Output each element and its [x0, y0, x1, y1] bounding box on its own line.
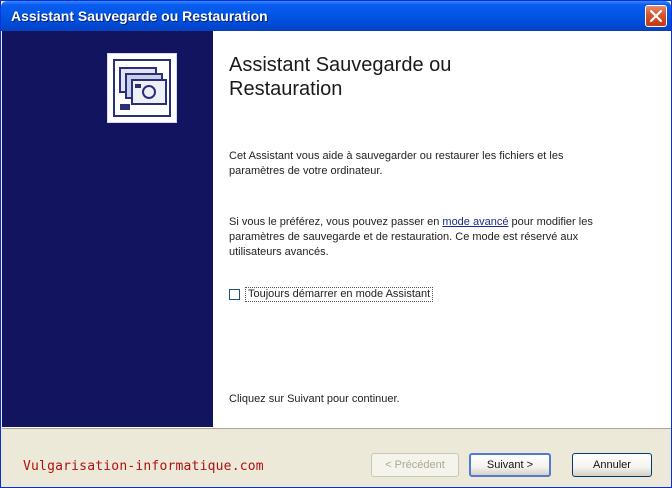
always-wizard-checkbox[interactable] — [229, 288, 240, 300]
always-wizard-label[interactable]: Toujours démarrer en mode Assistant — [245, 286, 434, 302]
advanced-mode-text: Si vous le préférez, vous pouvez passer … — [229, 215, 619, 260]
wizard-side-panel — [2, 31, 213, 427]
watermark-text: Vulgarisation-informatique.com — [23, 459, 264, 474]
next-button[interactable]: Suivant > — [469, 453, 551, 477]
cancel-button[interactable]: Annuler — [572, 453, 652, 477]
title-bar[interactable]: Assistant Sauvegarde ou Restauration — [1, 1, 671, 31]
close-button[interactable] — [645, 5, 667, 27]
wizard-heading: Assistant Sauvegarde ou Restauration — [229, 54, 452, 100]
continue-hint: Cliquez sur Suivant pour continuer. — [229, 393, 400, 405]
always-wizard-option[interactable]: Toujours démarrer en mode Assistant — [229, 286, 434, 302]
previous-button[interactable]: < Précédent — [371, 453, 459, 477]
wizard-footer: Vulgarisation-informatique.com < Précéde… — [2, 427, 671, 487]
backup-wizard-icon — [107, 53, 177, 123]
window-title: Assistant Sauvegarde ou Restauration — [11, 8, 268, 24]
wizard-window: Assistant Sauvegarde ou Restauration Ass… — [0, 0, 672, 488]
close-icon — [650, 10, 662, 22]
intro-text: Cet Assistant vous aide à sauvegarder ou… — [229, 150, 564, 177]
advanced-mode-link[interactable]: mode avancé — [442, 216, 508, 228]
advanced-mode-text-before: Si vous le préférez, vous pouvez passer … — [229, 216, 443, 228]
wizard-content: Assistant Sauvegarde ou Restauration Cet… — [213, 31, 671, 427]
